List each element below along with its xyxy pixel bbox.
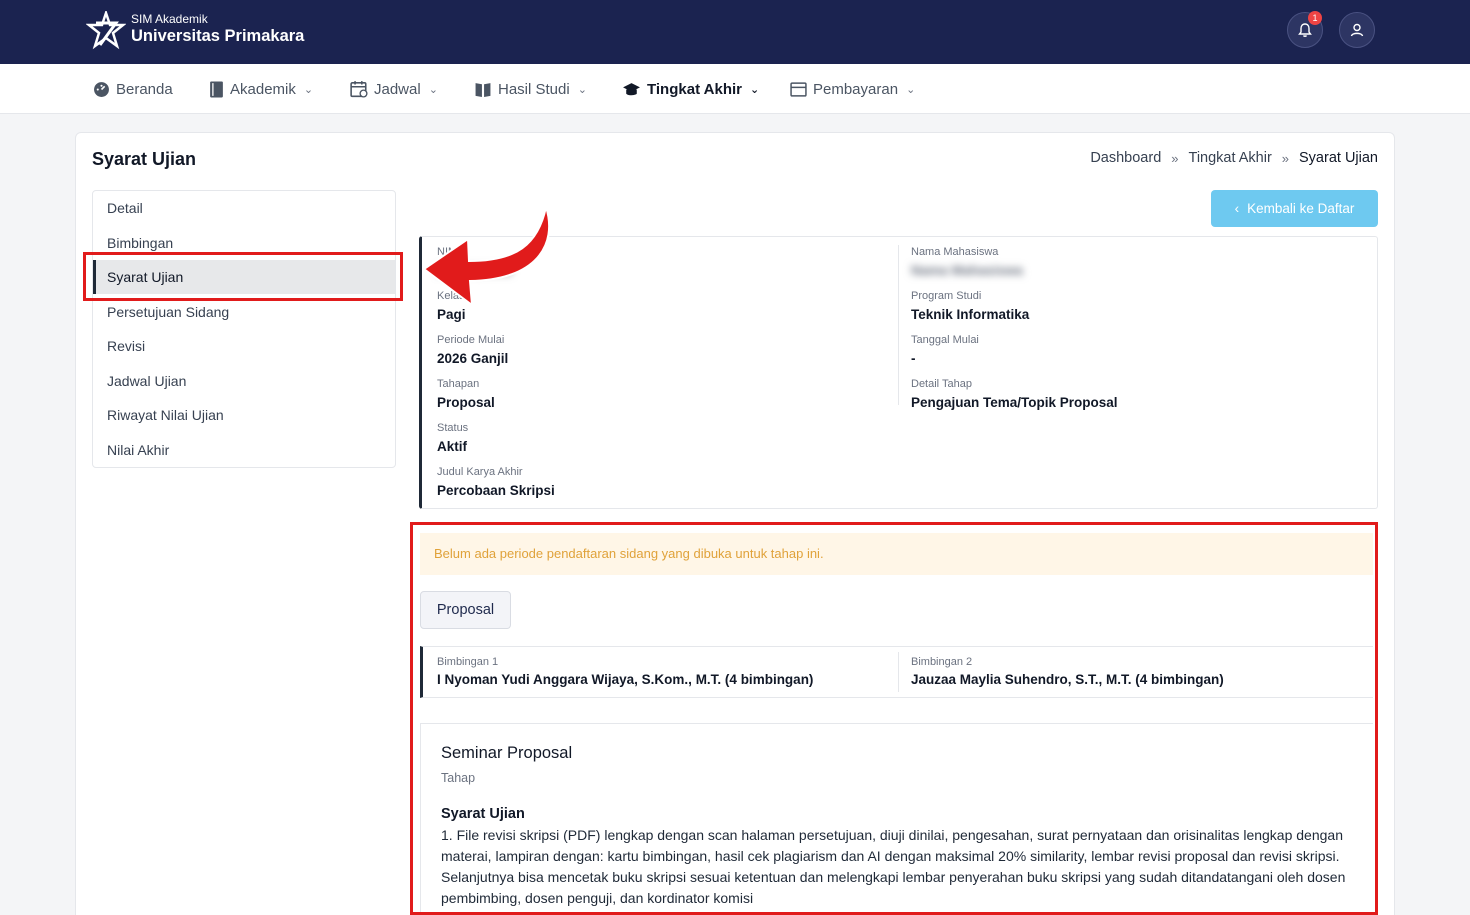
nav-label: Akademik [230,80,296,98]
nav-jadwal[interactable]: Jadwal ⌄ [350,78,438,100]
nav-label: Beranda [116,80,173,98]
bell-icon [1298,23,1312,37]
periode-label: Periode Mulai [437,334,505,346]
status-value: Aktif [437,439,467,454]
curved-arrow-annotation-icon [422,205,551,308]
university-logo-icon[interactable] [86,11,126,51]
judul-label: Judul Karya Akhir [437,466,523,478]
detail-tahap-label: Detail Tahap [911,378,972,390]
status-label: Status [437,422,469,434]
breadcrumb: Dashboard » Tingkat Akhir » Syarat Ujian [1090,150,1378,166]
side-item-revisi[interactable]: Revisi [93,329,395,363]
breadcrumb-separator: » [1171,150,1179,166]
main-content-highlight-box [410,522,1378,915]
tahapan-value: Proposal [437,395,495,410]
chevron-left-icon: ‹ [1234,201,1240,216]
nav-label: Tingkat Akhir [647,80,743,98]
nav-label: Pembayaran [813,80,899,98]
judul-value: Percobaan Skripsi [437,483,555,498]
breadcrumb-separator: » [1281,150,1290,166]
dashboard-icon [94,81,109,97]
nav-tingkat-akhir[interactable]: Tingkat Akhir ⌄ [622,78,759,100]
breadcrumb-tingkat-akhir[interactable]: Tingkat Akhir [1189,150,1272,166]
prodi-value: Teknik Informatika [911,307,1030,322]
nama-label: Nama Mahasiswa [911,246,999,258]
brand-subtitle: SIM Akademik [131,12,208,26]
book-icon [210,81,223,97]
brand-name: Universitas Primakara [131,27,305,45]
chevron-down-icon: ⌄ [303,83,314,96]
nama-value: Nama Mahasiswa [911,263,1023,278]
wallet-icon [790,81,807,97]
top-header: SIM Akademik Universitas Primakara 1 [0,0,1470,64]
calendar-icon [350,81,368,98]
graduation-cap-icon [623,82,640,95]
nav-pembayaran[interactable]: Pembayaran ⌄ [790,78,915,100]
user-menu-button[interactable] [1339,12,1375,48]
nav-hasil-studi[interactable]: Hasil Studi ⌄ [474,78,587,100]
side-item-jadwal-ujian[interactable]: Jadwal Ujian [93,364,395,398]
open-book-icon [475,82,491,97]
main-navigation: Beranda Akademik ⌄ Jadwal ⌄ Hasil Studi … [0,64,1470,114]
nav-label: Jadwal [374,80,421,98]
side-item-riwayat-nilai-ujian[interactable]: Riwayat Nilai Ujian [93,398,395,432]
side-item-nilai-akhir[interactable]: Nilai Akhir [93,433,395,467]
nav-akademik[interactable]: Akademik ⌄ [209,78,313,100]
tahapan-label: Tahapan [437,378,480,390]
chevron-down-icon: ⌄ [577,83,587,96]
breadcrumb-current: Syarat Ujian [1299,150,1378,166]
info-divider [898,245,899,405]
detail-tahap-value: Pengajuan Tema/Topik Proposal [911,395,1118,410]
page-title: Syarat Ujian [92,149,197,169]
notification-badge: 1 [1308,11,1322,25]
chevron-down-icon: ⌄ [428,83,438,96]
prodi-label: Program Studi [911,290,982,302]
back-button-label: Kembali ke Daftar [1247,201,1355,216]
nav-beranda[interactable]: Beranda [93,78,173,100]
back-to-list-button[interactable]: ‹ Kembali ke Daftar [1211,190,1378,227]
periode-value: 2026 Ganjil [437,351,509,366]
chevron-down-icon: ⌄ [906,83,916,96]
notification-button[interactable]: 1 [1287,11,1323,48]
nav-label: Hasil Studi [498,80,570,98]
side-item-detail[interactable]: Detail [93,191,395,225]
side-menu: Detail Bimbingan Syarat Ujian Persetujua… [92,190,396,468]
breadcrumb-dashboard[interactable]: Dashboard [1090,150,1161,166]
tanggal-label: Tanggal Mulai [911,334,979,346]
user-icon [1350,23,1364,37]
tanggal-value: - [911,351,916,366]
chevron-down-icon: ⌄ [750,83,760,96]
side-menu-highlight-box [83,252,403,301]
